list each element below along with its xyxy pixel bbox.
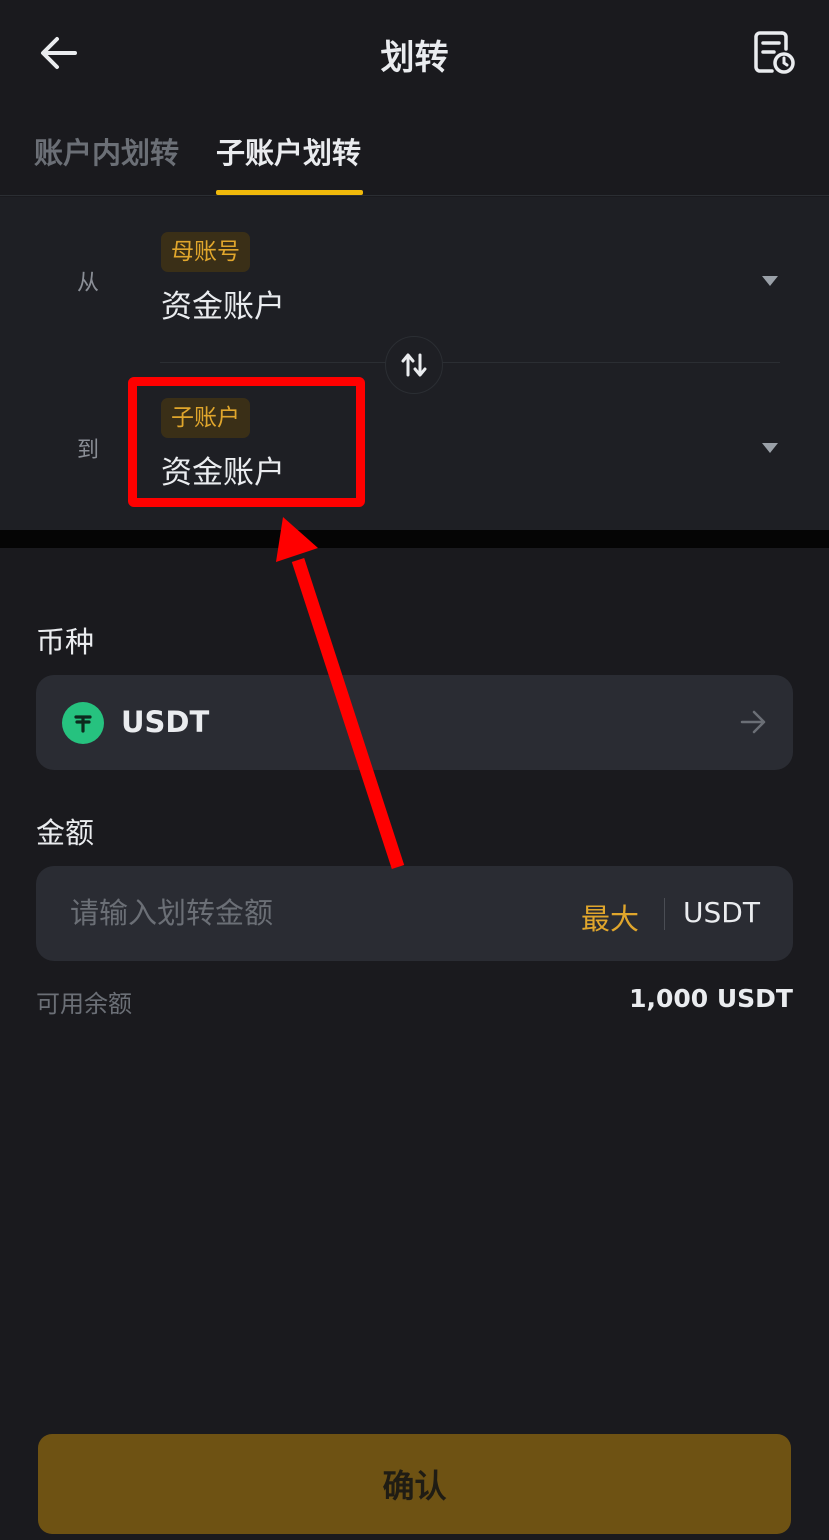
max-button[interactable]: 最大 bbox=[581, 896, 639, 938]
from-account-badge: 母账号 bbox=[161, 232, 250, 272]
from-dropdown-icon[interactable] bbox=[762, 276, 778, 286]
from-label: 从 bbox=[77, 271, 100, 296]
confirm-button[interactable]: 确认 bbox=[38, 1434, 791, 1534]
tab-subaccount-transfer[interactable]: 子账户划转 bbox=[216, 130, 361, 172]
coin-symbol: USDT bbox=[121, 705, 210, 739]
history-record-icon bbox=[754, 31, 795, 74]
page-title: 划转 bbox=[380, 38, 449, 78]
tab-bar: 账户内划转 子账户划转 bbox=[0, 108, 829, 196]
coin-selector[interactable]: USDT bbox=[36, 675, 793, 770]
to-dropdown-icon[interactable] bbox=[762, 443, 778, 453]
highlight-box bbox=[128, 377, 365, 507]
amount-separator bbox=[664, 898, 665, 930]
arrow-right-icon bbox=[740, 710, 766, 734]
transfer-page: 划转 账户内划转 子账户划转 从 母账号 资金账户 到 子账户 资金账户 币种 … bbox=[0, 0, 829, 1540]
amount-field: 最大 USDT bbox=[36, 866, 793, 961]
available-balance-label: 可用余额 bbox=[36, 990, 132, 1018]
to-label: 到 bbox=[77, 438, 100, 463]
swap-vertical-icon bbox=[401, 353, 427, 377]
amount-input[interactable] bbox=[70, 888, 550, 938]
amount-label: 金额 bbox=[36, 816, 95, 850]
from-account-name[interactable]: 资金账户 bbox=[161, 281, 285, 326]
section-separator bbox=[0, 530, 829, 548]
tab-internal-transfer[interactable]: 账户内划转 bbox=[34, 130, 179, 172]
swap-button[interactable] bbox=[385, 336, 443, 394]
history-button[interactable] bbox=[749, 26, 799, 78]
tether-icon bbox=[62, 702, 104, 744]
coin-label: 币种 bbox=[36, 625, 95, 659]
divider bbox=[160, 362, 780, 363]
amount-unit: USDT bbox=[683, 896, 760, 929]
active-tab-indicator bbox=[216, 190, 363, 195]
header: 划转 bbox=[0, 0, 829, 108]
available-balance-value: 1,000 USDT bbox=[629, 984, 793, 1013]
